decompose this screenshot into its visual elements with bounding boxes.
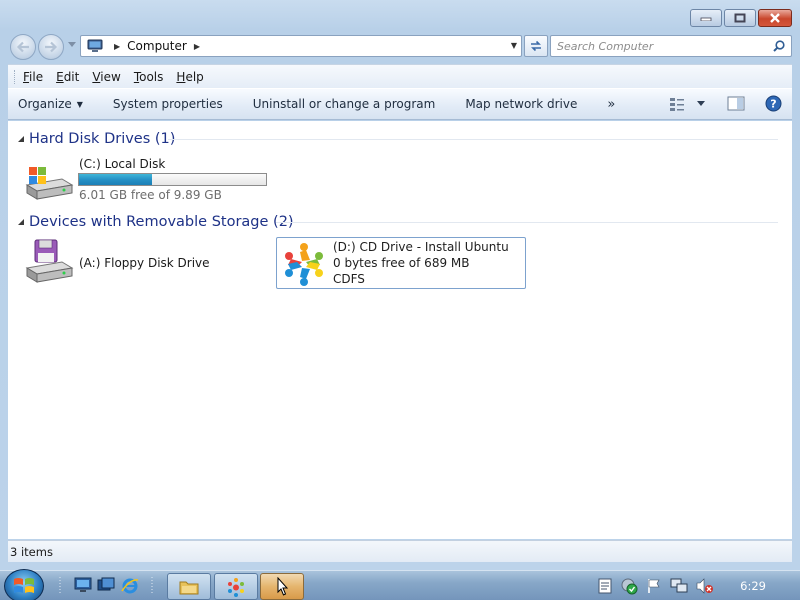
content-pane: Hard Disk Drives (1) (C:) Local Disk 6.0… [8,121,792,539]
chevron-down-icon: ▼ [76,99,83,109]
recent-pages-icon[interactable] [68,42,76,48]
drive-name: (C:) Local Disk [79,157,166,171]
cursor-icon [277,576,289,596]
minimize-icon [700,17,712,21]
menu-bar: File Edit View Tools Help [8,64,792,88]
taskbar-active-app-button[interactable] [260,573,304,600]
taskbar: 6:29 [0,569,800,600]
folder-icon [179,581,199,594]
organize-label: Organize [18,97,72,111]
tray-security-icon[interactable] [620,577,638,595]
drive-free-space: 6.01 GB free of 9.89 GB [79,188,222,202]
menu-file[interactable]: File [23,70,43,84]
system-properties-label: System properties [112,97,223,111]
map-network-drive-button[interactable]: Map network drive [465,97,577,111]
switch-windows-icon[interactable] [97,577,115,593]
svg-text:?: ? [770,98,776,111]
taskbar-ubuntu-installer-button[interactable] [214,573,258,600]
more-commands-label: » [607,96,616,112]
taskbar-grip [151,577,153,595]
tray-network-icon[interactable] [670,578,688,594]
tray-action-center-icon[interactable] [646,578,662,594]
minimize-button[interactable] [690,9,722,27]
refresh-button[interactable] [524,35,548,57]
group-title-hard-disk: Hard Disk Drives (1) [29,131,176,147]
chevron-down-icon [697,100,705,106]
system-properties-button[interactable]: System properties [113,97,223,111]
uninstall-program-button[interactable]: Uninstall or change a program [253,97,436,111]
map-network-drive-label: Map network drive [465,97,578,111]
preview-pane-icon[interactable] [727,96,745,112]
search-icon[interactable] [773,40,785,52]
menu-view[interactable]: View [92,70,120,84]
search-box[interactable] [550,35,792,57]
item-count: 3 items [10,544,53,559]
drive-d[interactable]: (D:) CD Drive - Install Ubuntu 0 bytes f… [276,237,526,289]
uninstall-program-label: Uninstall or change a program [252,97,436,111]
navigation-bar: ▶ Computer ▶ ▼ [8,32,792,60]
start-button[interactable] [4,569,44,600]
more-commands-button[interactable]: » [607,97,615,112]
taskbar-grip [59,577,61,595]
ubuntu-installer-icon [228,577,244,597]
windows-logo-icon [14,578,34,593]
drive-a[interactable]: (A:) Floppy Disk Drive [24,239,264,285]
explorer-window: ▶ Computer ▶ ▼ File Edit View Tools Help [0,0,800,570]
tray-notes-icon[interactable] [598,578,612,594]
system-tray: 6:29 [598,571,800,600]
tray-volume-muted-icon[interactable] [696,578,714,594]
help-icon[interactable]: ? [765,95,782,112]
close-button[interactable] [758,9,792,27]
floppy-drive-icon [25,239,74,283]
change-view-button[interactable] [669,97,705,111]
organize-button[interactable]: Organize ▼ [18,97,83,111]
clock[interactable]: 6:29 [740,579,766,593]
drive-c[interactable]: (C:) Local Disk 6.01 GB free of 9.89 GB [24,157,274,207]
internet-explorer-icon[interactable] [121,577,139,595]
hard-drive-icon [25,167,74,200]
menu-help[interactable]: Help [176,70,203,84]
address-bar[interactable]: ▶ Computer ▶ ▼ [80,35,522,57]
drive-name: (D:) CD Drive - Install Ubuntu [333,240,509,254]
status-bar: 3 items [8,540,792,562]
breadcrumb-computer[interactable]: Computer [127,39,187,53]
group-header-removable[interactable]: Devices with Removable Storage (2) [8,211,792,233]
address-dropdown-icon[interactable]: ▼ [511,41,517,50]
ubuntu-cd-icon [285,243,323,286]
command-bar-right: ? [669,95,782,112]
search-input[interactable] [551,36,761,56]
forward-button[interactable] [38,34,64,60]
drive-free-space: 0 bytes free of 689 MB [333,256,470,270]
group-divider [168,139,778,140]
breadcrumb-separator[interactable]: ▶ [194,42,200,51]
drive-name: (A:) Floppy Disk Drive [79,256,210,270]
disk-usage-fill [79,174,152,185]
collapse-icon[interactable] [17,135,25,143]
forward-arrow-icon [45,41,58,53]
disk-usage-bar [78,173,267,186]
taskbar-explorer-button[interactable] [167,573,211,600]
maximize-icon [734,13,746,23]
refresh-icon [531,40,541,52]
drive-filesystem: CDFS [333,272,365,286]
group-divider [276,222,778,223]
view-list-icon [670,97,684,111]
breadcrumb-separator[interactable]: ▶ [114,42,120,51]
close-icon [770,13,780,23]
command-bar: Organize ▼ System properties Uninstall o… [8,88,792,120]
collapse-icon[interactable] [17,218,25,226]
computer-icon [87,39,103,52]
back-arrow-icon [16,41,29,53]
menu-tools[interactable]: Tools [134,70,164,84]
show-desktop-icon[interactable] [74,577,92,593]
caption-buttons [690,9,792,27]
group-title-removable: Devices with Removable Storage (2) [29,214,294,230]
maximize-button[interactable] [724,9,756,27]
back-button[interactable] [10,34,36,60]
menu-grip [14,69,17,84]
group-header-hard-disk[interactable]: Hard Disk Drives (1) [8,128,792,150]
menu-edit[interactable]: Edit [56,70,79,84]
